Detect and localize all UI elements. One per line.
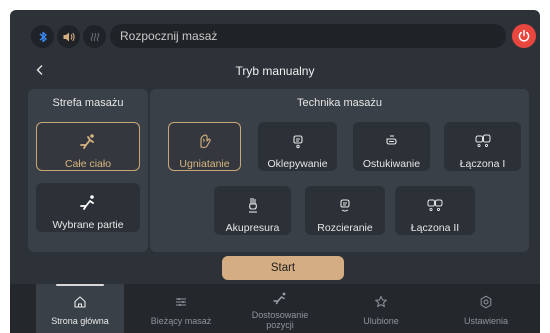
massage-technique-title: Technika masażu <box>297 97 382 109</box>
start-button[interactable]: Start <box>222 256 344 280</box>
power-button[interactable] <box>512 24 536 48</box>
massage-chair-screen: Rozpocznij masaż Tryb manualny Strefa ma… <box>10 10 540 333</box>
kneading-hand-icon <box>195 131 215 151</box>
partial-body-icon <box>78 192 98 212</box>
nav-item-label: Bieżący masaż <box>150 316 212 326</box>
acupressure-icon <box>243 195 263 215</box>
bluetooth-icon[interactable] <box>31 25 54 48</box>
nav-item-settings[interactable]: Ustawienia <box>442 284 530 333</box>
zone-option-selected-parts[interactable]: Wybrane partie <box>36 183 140 232</box>
technique-option-kneading[interactable]: Ugniatanie <box>168 122 241 171</box>
volume-icon[interactable] <box>57 25 80 48</box>
recline-icon <box>272 290 288 306</box>
technique-option-label: Łączona I <box>459 158 506 170</box>
nav-item-label: Ustawienia <box>463 316 509 326</box>
zone-option-label: Wybrane partie <box>52 219 124 231</box>
technique-option-label: Akupresura <box>225 222 280 234</box>
technique-option-label: Rozcieranie <box>317 222 373 234</box>
nav-item-home[interactable]: Strona główna <box>36 284 124 333</box>
bottom-navigation: Strona główna Bieżący masaż Dostosowanie… <box>10 284 540 333</box>
power-icon <box>518 29 530 42</box>
technique-option-rubbing[interactable]: Rozcieranie <box>305 186 385 235</box>
technique-option-tapping[interactable]: Oklepywanie <box>258 122 337 171</box>
rubbing-hand-icon <box>335 195 355 215</box>
star-icon <box>373 294 389 310</box>
nav-item-current-massage[interactable]: Bieżący masaż <box>137 284 225 333</box>
technique-option-acupressure[interactable]: Akupresura <box>214 186 291 235</box>
home-icon <box>72 294 88 310</box>
massage-technique-panel: Technika masażu Ugniatanie Oklepywanie O… <box>150 89 529 252</box>
knocking-hand-icon <box>382 131 402 151</box>
combined-hands-icon <box>473 131 493 151</box>
status-bar-text: Rozpocznij masaż <box>110 24 506 48</box>
combined-hands-icon <box>425 195 445 215</box>
nav-item-position-adjust[interactable]: Dostosowanie pozycji <box>236 284 324 333</box>
technique-option-label: Ostukiwanie <box>362 158 421 170</box>
technique-option-combined-1[interactable]: Łączona I <box>444 122 521 171</box>
massage-zone-panel: Strefa masażu Całe ciało Wybrane partie <box>28 89 148 252</box>
technique-option-combined-2[interactable]: Łączona II <box>395 186 475 235</box>
page-title: Tryb manualny <box>235 64 315 78</box>
full-body-icon <box>78 131 98 151</box>
technique-option-label: Łączona II <box>410 222 460 234</box>
heat-icon[interactable] <box>83 25 106 48</box>
technique-option-knocking[interactable]: Ostukiwanie <box>353 122 430 171</box>
zone-option-full-body[interactable]: Całe ciało <box>36 122 140 171</box>
technique-option-label: Oklepywanie <box>267 158 328 170</box>
technique-option-label: Ugniatanie <box>179 158 230 170</box>
zone-option-label: Całe ciało <box>64 158 112 170</box>
tapping-hand-icon <box>288 131 308 151</box>
nav-item-label: Dostosowanie pozycji <box>251 310 309 330</box>
nav-item-label: Ulubione <box>363 316 399 326</box>
top-bar: Rozpocznij masaż <box>10 10 540 62</box>
gear-icon <box>478 294 494 310</box>
nav-item-label: Strona główna <box>51 316 109 326</box>
massage-zone-title: Strefa masażu <box>52 97 124 109</box>
sliders-icon <box>173 294 189 310</box>
nav-item-favorites[interactable]: Ulubione <box>337 284 425 333</box>
